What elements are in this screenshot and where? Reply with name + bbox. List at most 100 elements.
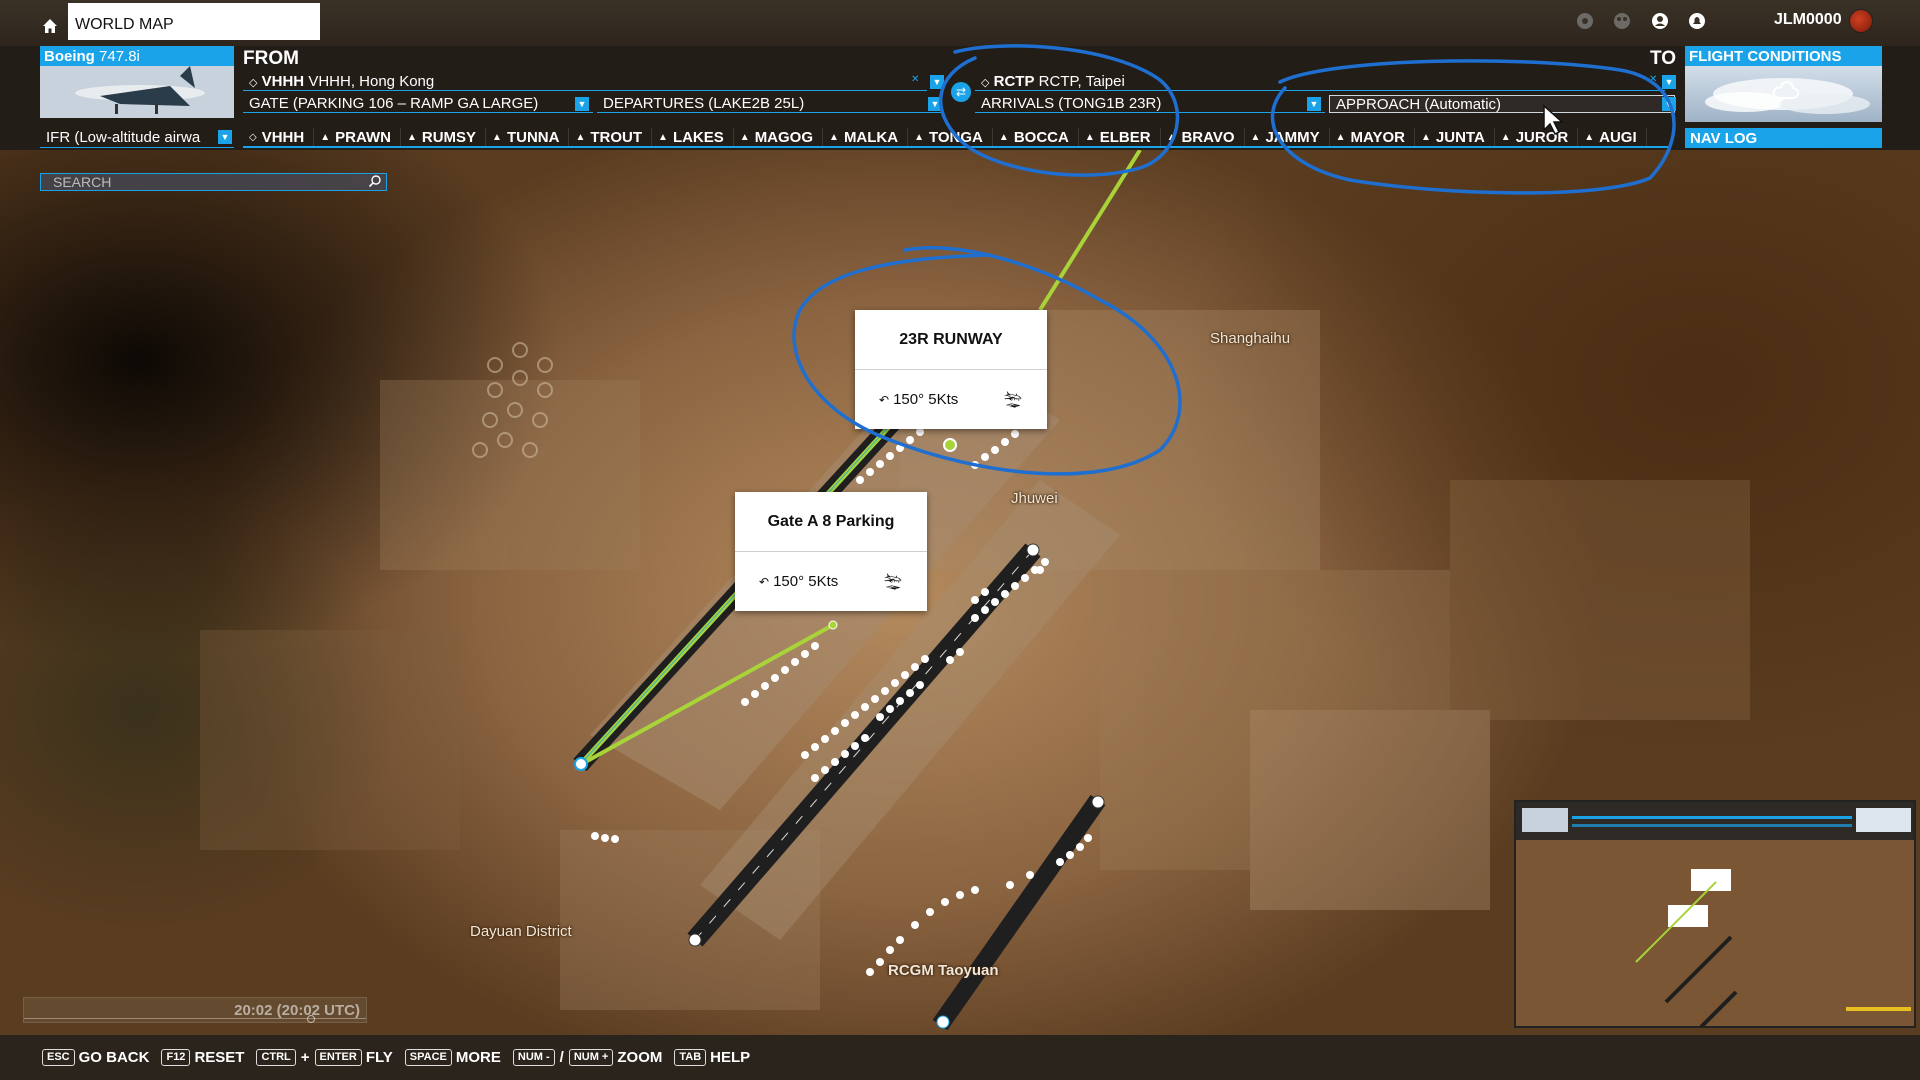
- departure-procedure-value: DEPARTURES (LAKE2B 25L): [603, 95, 805, 112]
- search-input[interactable]: [41, 174, 367, 190]
- flight-type-value: IFR (Low-altitude airwa: [46, 129, 201, 146]
- arrival-airport-name: RCTP, Taipei: [1038, 73, 1125, 90]
- waypoint-label: MAYOR: [1350, 128, 1405, 146]
- departure-gate-select[interactable]: GATE (PARKING 106 – RAMP GA LARGE): [243, 95, 593, 113]
- waypoint-triangle-icon: ▲: [1500, 131, 1511, 143]
- waypoint-item[interactable]: ▲ JUROR: [1495, 128, 1579, 146]
- activity-icon[interactable]: [1575, 11, 1595, 31]
- runway-info-card[interactable]: 23R RUNWAY ↶ 150° 5Kts 🛬︎: [855, 310, 1047, 429]
- arrival-airport-dropdown[interactable]: ▼: [1662, 75, 1676, 89]
- profile-icon[interactable]: [1650, 11, 1670, 31]
- gate-card-wind-value: 150° 5Kts: [773, 573, 839, 590]
- waypoint-label: TROUT: [590, 128, 643, 146]
- gate-info-card[interactable]: Gate A 8 Parking ↶ 150° 5Kts 🛬︎: [735, 492, 927, 611]
- user-avatar[interactable]: [1849, 9, 1873, 33]
- username[interactable]: JLM0000: [1774, 11, 1842, 29]
- flight-conditions-button[interactable]: FLIGHT CONDITIONS: [1685, 46, 1882, 122]
- key-separator: /: [559, 1049, 564, 1066]
- waypoint-item[interactable]: ▲ MAYOR: [1330, 128, 1415, 146]
- departure-procedure-select[interactable]: DEPARTURES (LAKE2B 25L): [597, 95, 942, 113]
- waypoint-item[interactable]: ▲ MALKA: [823, 128, 909, 146]
- approach-value: APPROACH (Automatic): [1336, 96, 1502, 113]
- arrival-airport-field[interactable]: ◇ RCTP RCTP, Taipei ✕: [975, 73, 1665, 91]
- shortcut-action: FLY: [365, 1049, 393, 1066]
- map-label-jhuwei: Jhuwei: [1011, 490, 1058, 507]
- waypoint-label: JUROR: [1515, 128, 1569, 146]
- shortcut-fly[interactable]: CTRL + ENTER FLY: [256, 1049, 393, 1066]
- to-label: TO: [1650, 48, 1677, 69]
- waypoint-item[interactable]: ▲ JUNTA: [1415, 128, 1495, 146]
- aircraft-selector[interactable]: Boeing 747.8i: [40, 46, 234, 118]
- shortcut-action: RESET: [194, 1049, 245, 1066]
- home-button[interactable]: [38, 14, 62, 38]
- waypoint-item[interactable]: ▲ ELBER: [1079, 128, 1161, 146]
- arrival-procedure-dropdown[interactable]: ▼: [1307, 97, 1321, 111]
- waypoint-item[interactable]: ▲ PRAWN: [314, 128, 401, 146]
- time-slider[interactable]: 20:02 (20:02 UTC): [23, 997, 367, 1023]
- gate-card-wind: ↶ 150° 5Kts 🛬︎: [735, 552, 927, 611]
- waypoint-triangle-icon: ▲: [406, 131, 417, 143]
- top-bar: WORLD MAP JLM0000: [0, 0, 1920, 46]
- nav-log-button[interactable]: NAV LOG: [1685, 128, 1882, 148]
- waypoint-item[interactable]: ▲ TROUT: [569, 128, 653, 146]
- arrival-procedure-value: ARRIVALS (TONG1B 23R): [981, 95, 1162, 112]
- waypoint-triangle-icon: ▲: [575, 131, 586, 143]
- waypoint-triangle-icon: ▲: [320, 131, 331, 143]
- runway-card-wind: ↶ 150° 5Kts 🛬︎: [855, 370, 1047, 429]
- aircraft-variant: 747.8i: [99, 48, 140, 65]
- group-icon[interactable]: [1612, 11, 1632, 31]
- waypoint-item[interactable]: ◇ VHHH: [243, 128, 315, 146]
- waypoint-triangle-icon: ▲: [998, 131, 1009, 143]
- shortcut-action: MORE: [455, 1049, 501, 1066]
- screenshot-thumbnail: [1514, 800, 1916, 1028]
- time-slider-handle[interactable]: [307, 1015, 315, 1023]
- airport-pin-icon: ◇: [981, 77, 990, 89]
- arrival-procedure-select[interactable]: ARRIVALS (TONG1B 23R): [975, 95, 1325, 113]
- runway-rcgm[interactable]: [932, 794, 1106, 1031]
- departure-airport-dropdown[interactable]: ▼: [930, 75, 944, 89]
- swap-icon: ⇄: [955, 85, 967, 99]
- waypoint-label: ELBER: [1099, 128, 1151, 146]
- flight-type-dropdown[interactable]: ▼: [218, 130, 232, 144]
- key-label: TAB: [674, 1049, 707, 1066]
- waypoint-label: BOCCA: [1013, 128, 1069, 146]
- swap-airports-button[interactable]: ⇄: [951, 82, 971, 102]
- close-icon[interactable]: ✕: [1649, 75, 1659, 85]
- approach-select[interactable]: APPROACH (Automatic): [1329, 95, 1675, 113]
- shortcut-more[interactable]: SPACE MORE: [404, 1049, 501, 1066]
- waypoint-label: TUNNA: [506, 128, 560, 146]
- waypoint-item[interactable]: ▲ MAGOG: [734, 128, 824, 146]
- waypoint-item[interactable]: ▲ AUGI: [1578, 128, 1647, 146]
- departure-procedure-dropdown[interactable]: ▼: [928, 97, 942, 111]
- waypoint-item[interactable]: ▲ LAKES: [652, 128, 734, 146]
- waypoint-item[interactable]: ▲ BRAVO: [1161, 128, 1245, 146]
- search-icon[interactable]: [367, 174, 383, 190]
- map-label-rcgm: RCGM Taoyuan: [888, 962, 999, 979]
- departure-airport-field[interactable]: ◇ VHHH VHHH, Hong Kong ✕: [243, 73, 927, 91]
- wind-icon: ↶: [879, 392, 890, 407]
- waypoint-label: MAGOG: [754, 128, 814, 146]
- shortcut-help[interactable]: TAB HELP: [674, 1049, 750, 1066]
- key-label: NUM +: [568, 1049, 614, 1066]
- shortcut-reset[interactable]: F12 RESET: [161, 1049, 244, 1066]
- waypoint-item[interactable]: ▲ TUNNA: [486, 128, 570, 146]
- waypoint-label: LAKES: [672, 128, 724, 146]
- approach-dropdown[interactable]: ▼: [1662, 97, 1676, 111]
- world-map-tab[interactable]: WORLD MAP: [68, 3, 320, 40]
- waypoint-item[interactable]: ▲ RUMSY: [401, 128, 487, 146]
- waypoint-item[interactable]: ▲ TONGA: [908, 128, 993, 146]
- runway-card-wind-value: 150° 5Kts: [893, 391, 959, 408]
- waypoint-triangle-icon: ▲: [1250, 131, 1261, 143]
- departure-gate-dropdown[interactable]: ▼: [575, 97, 589, 111]
- waypoint-label: VHHH: [261, 128, 305, 146]
- shortcut-zoom[interactable]: NUM - / NUM + ZOOM: [512, 1049, 662, 1066]
- waypoint-item[interactable]: ▲ JAMMY: [1245, 128, 1330, 146]
- shortcut-go-back[interactable]: ESC GO BACK: [42, 1049, 149, 1066]
- search-bar: [40, 173, 387, 191]
- shortcut-action: HELP: [710, 1049, 751, 1066]
- waypoint-item[interactable]: ▲ BOCCA: [993, 128, 1079, 146]
- runway-card-title: 23R RUNWAY: [855, 310, 1047, 370]
- flight-type-select[interactable]: IFR (Low-altitude airwa: [40, 128, 234, 148]
- close-icon[interactable]: ✕: [911, 75, 921, 85]
- notification-icon[interactable]: [1687, 11, 1707, 31]
